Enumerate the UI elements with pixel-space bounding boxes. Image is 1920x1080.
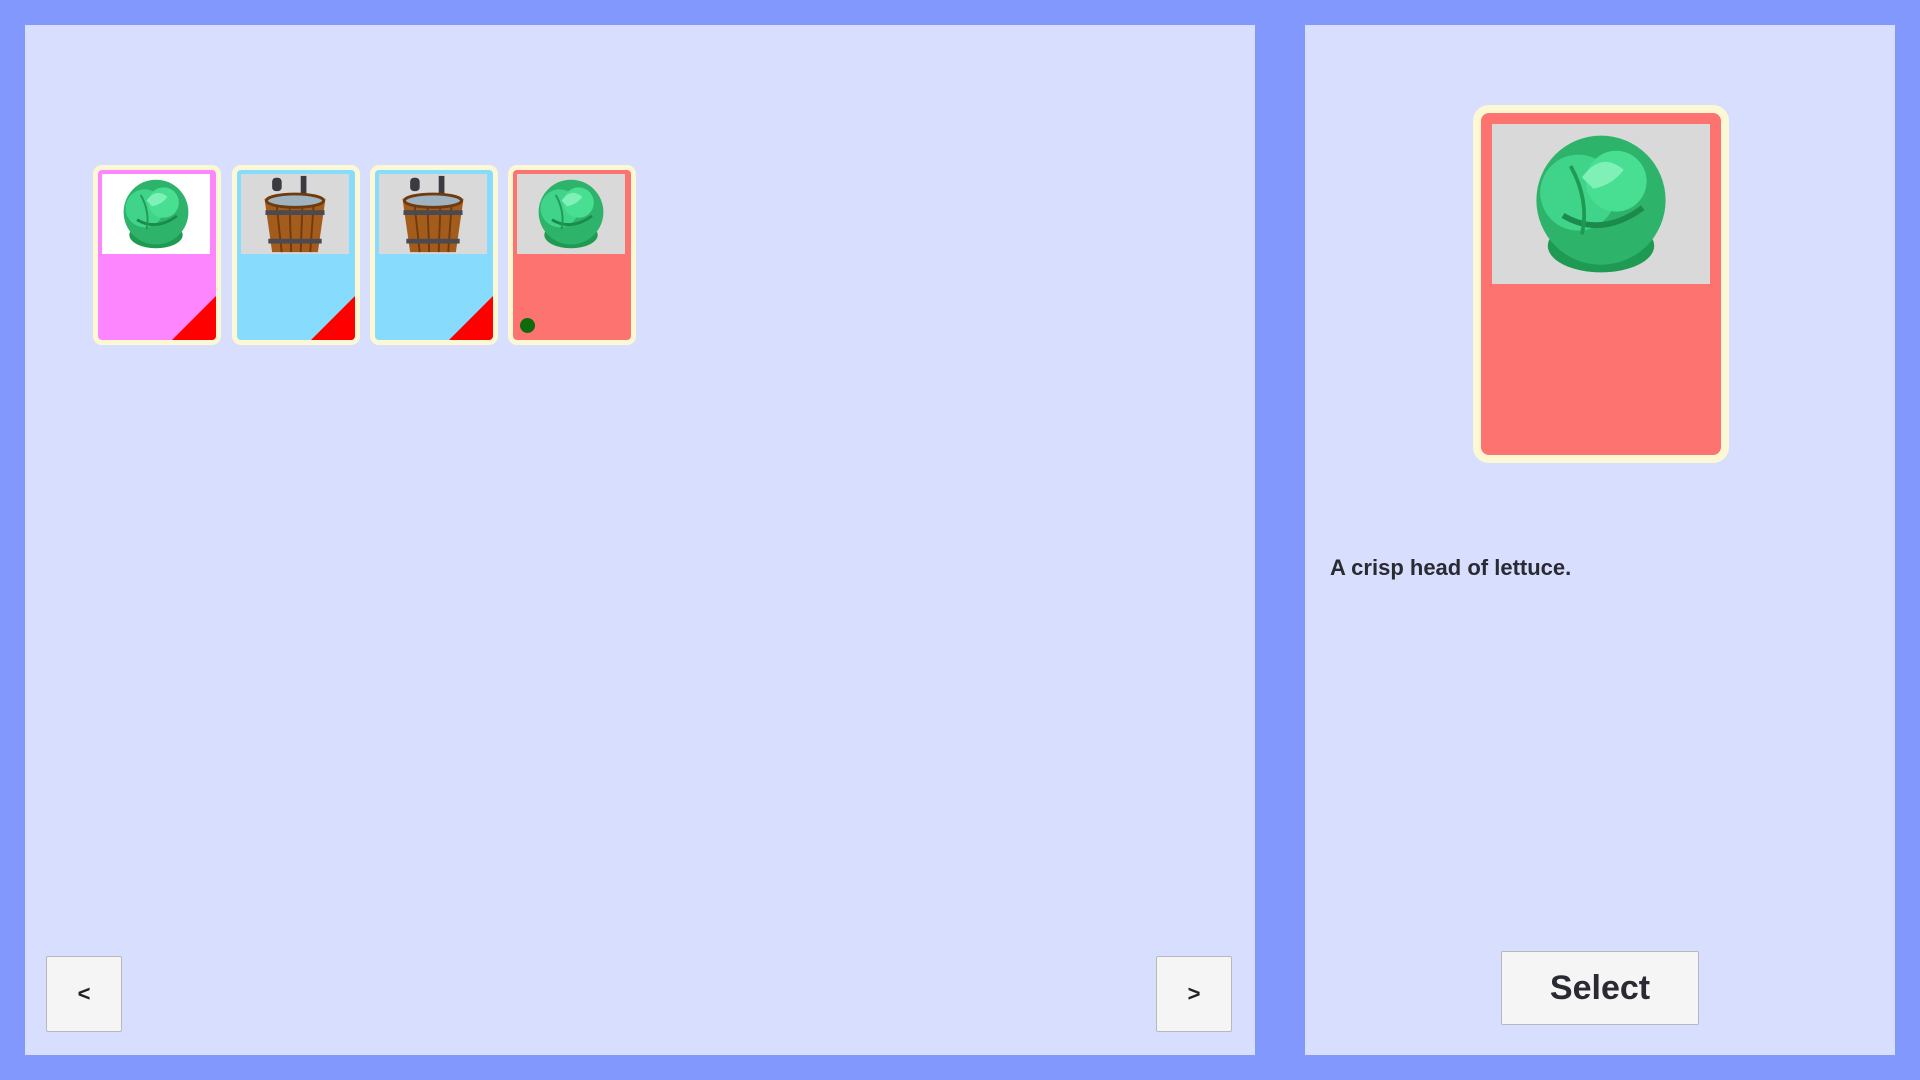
card-description: A crisp head of lettuce. [1330, 555, 1572, 580]
lettuce-icon [123, 179, 189, 249]
selected-dot [520, 318, 535, 333]
water-bucket-icon [402, 175, 464, 253]
selected-card-preview [1473, 105, 1729, 463]
hand-card-water-bucket-1[interactable] [232, 165, 360, 345]
card-art [102, 174, 210, 254]
corner-flag [449, 296, 493, 340]
hand-card-lettuce-2[interactable] [508, 165, 636, 345]
card-art [517, 174, 625, 254]
prev-page-button[interactable]: < [46, 956, 122, 1032]
card-art [241, 174, 349, 254]
hand-card-water-bucket-2[interactable] [370, 165, 498, 345]
lettuce-icon [538, 179, 604, 249]
next-page-button[interactable]: > [1156, 956, 1232, 1032]
hand-card-lettuce-1[interactable] [93, 165, 221, 345]
lettuce-icon [1536, 135, 1666, 273]
card-art [1492, 124, 1710, 284]
water-bucket-icon [264, 175, 326, 253]
card-art [379, 174, 487, 254]
select-button[interactable]: Select [1501, 951, 1699, 1025]
corner-flag [172, 296, 216, 340]
hand-panel: < > [25, 25, 1255, 1055]
corner-flag [311, 296, 355, 340]
detail-panel: A crisp head of lettuce. Select [1305, 25, 1895, 1055]
